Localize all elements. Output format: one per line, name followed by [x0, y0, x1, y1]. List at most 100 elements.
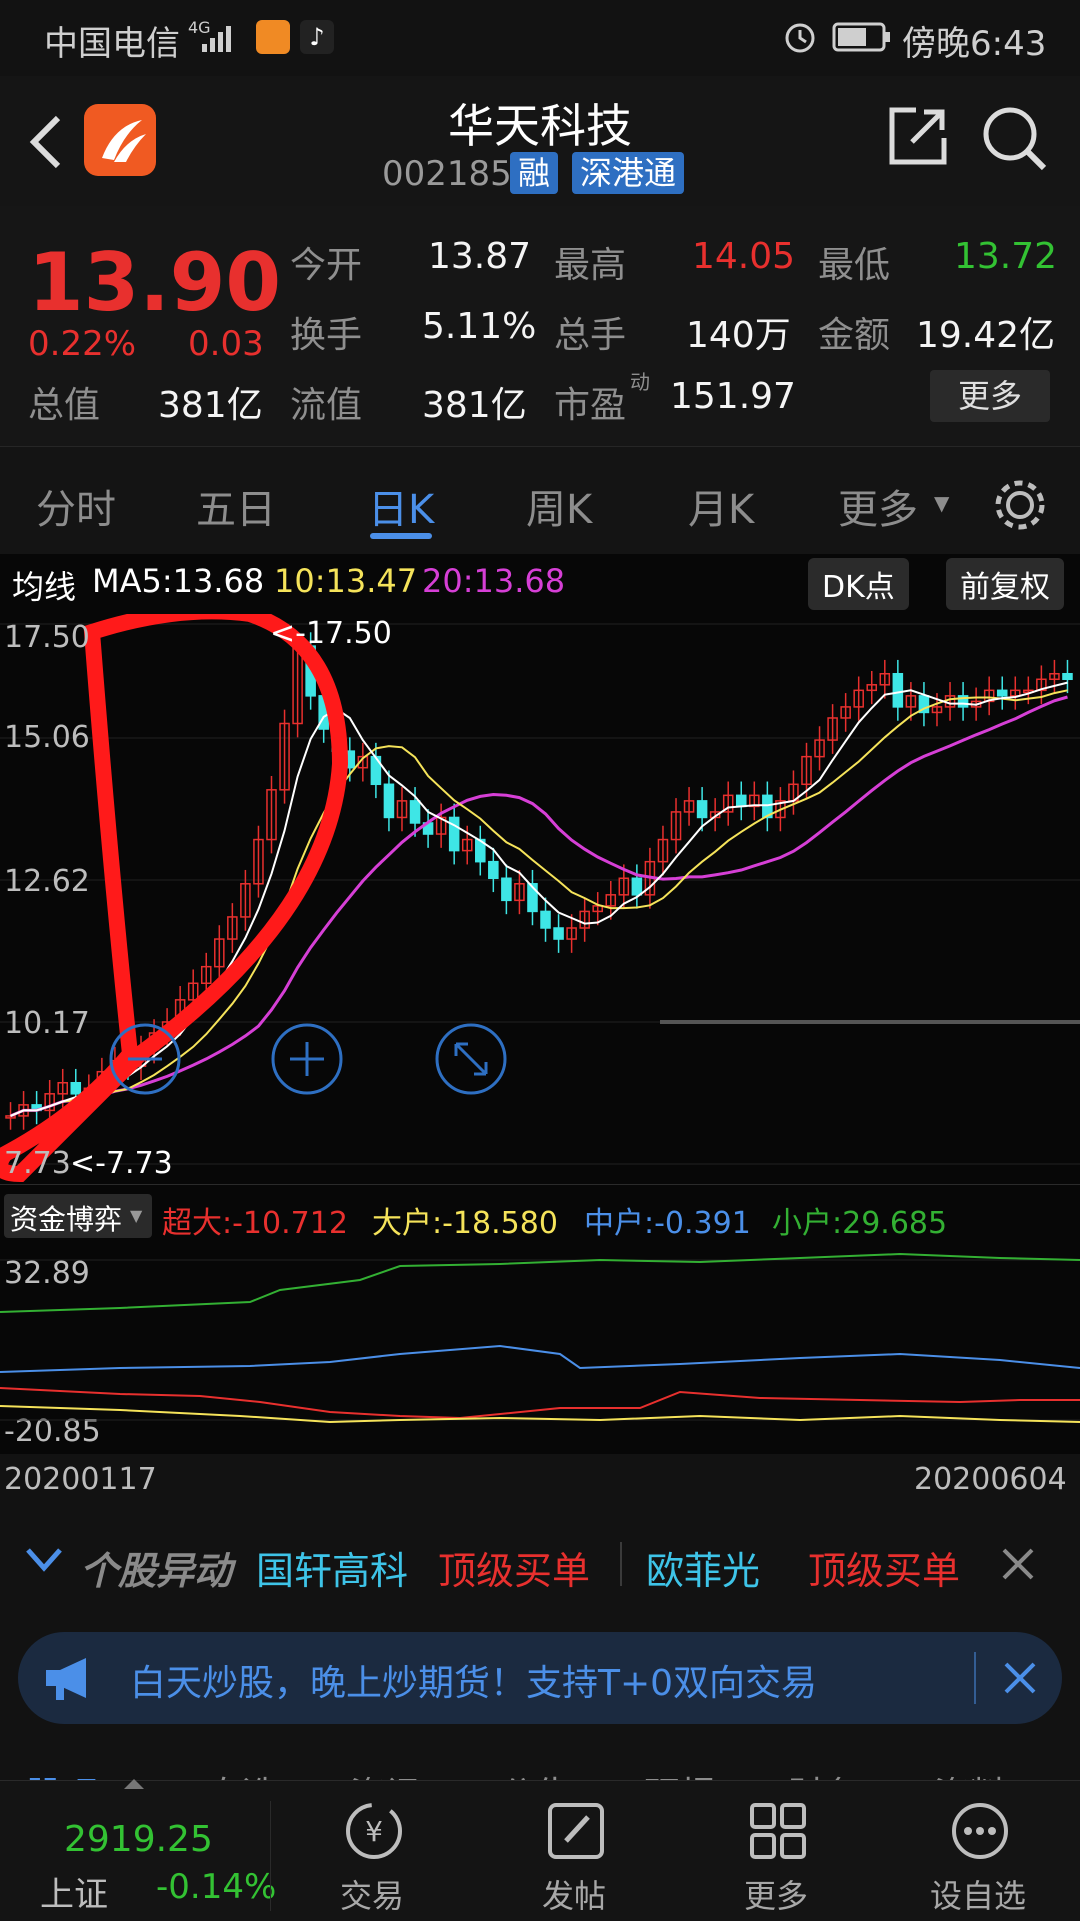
alert-stock-1[interactable]: 国轩高科	[256, 1540, 408, 1595]
close-icon[interactable]	[1000, 1658, 1040, 1698]
content-tabs-partial: 股吧 自选 资讯 公告 研报 财务 资料	[0, 1746, 1080, 1780]
grid-icon	[750, 1803, 806, 1859]
ma20-line	[9, 695, 1068, 1118]
nav-trade-label: 交易	[339, 1877, 404, 1915]
fund-super-large: 超大:-10.712	[162, 1206, 348, 1241]
float-value: 381亿	[422, 385, 527, 426]
y-label-max: 17.50	[4, 620, 90, 655]
chevron-down-icon[interactable]	[24, 1544, 64, 1574]
edit-icon	[548, 1803, 604, 1859]
promo-banner[interactable]: 白天炒股，晚上炒期货！支持T+0双向交易	[18, 1632, 1062, 1724]
change-percent: 0.22%	[28, 324, 137, 364]
candle-body	[501, 877, 512, 902]
nav-add-watchlist-label: 设自选	[929, 1877, 1026, 1915]
alert-tag-1: 顶级买单	[438, 1549, 591, 1593]
amount-label: 金额	[818, 315, 891, 356]
y-label-min: 7.73	[4, 1146, 71, 1181]
gear-icon[interactable]	[992, 477, 1048, 533]
fund-selector[interactable]: 资金博弈 ▼	[4, 1194, 152, 1238]
candlestick-chart	[0, 614, 1080, 1183]
tab-forum[interactable]: 股吧	[26, 1766, 98, 1780]
svg-text:¥: ¥	[365, 1815, 383, 1848]
expand-icon[interactable]	[124, 1779, 144, 1789]
divider	[270, 1801, 271, 1911]
date-end: 20200604	[914, 1462, 1067, 1497]
nav-more[interactable]: 更多	[716, 1791, 836, 1919]
share-icon[interactable]	[886, 104, 950, 168]
low-value: 13.72	[954, 236, 1058, 277]
period-tabs: 分时 五日 日K 周K 月K 更多 ▼	[0, 446, 1080, 555]
clock: 傍晚6:43	[902, 24, 1047, 64]
active-tab-indicator	[370, 533, 432, 539]
pe-value: 151.97	[670, 376, 796, 417]
tiktok-icon: ♪	[300, 20, 334, 54]
tab-reports[interactable]: 研报	[644, 1766, 716, 1780]
chevron-down-icon: ▼	[130, 1206, 143, 1225]
more-dots-icon	[952, 1803, 1008, 1859]
nav-post-label: 发帖	[541, 1877, 606, 1915]
y-label-2: 15.06	[4, 720, 90, 755]
high-value: 14.05	[692, 236, 796, 277]
ma10-line	[10, 689, 1068, 1117]
tab-profile[interactable]: 资料	[934, 1766, 1006, 1780]
amount-value: 19.42亿	[916, 315, 1056, 356]
candle-body	[488, 860, 499, 879]
app-notification-icon	[256, 20, 290, 54]
trade-icon: ¥	[346, 1803, 402, 1859]
tab-more[interactable]: 更多	[838, 477, 918, 535]
tab-five-day[interactable]: 五日	[196, 477, 276, 535]
turnover-label: 换手	[290, 315, 363, 356]
alert-stock-2[interactable]: 欧菲光	[646, 1540, 760, 1595]
ma5-label: MA5:13.68	[92, 562, 265, 600]
fund-selector-label: 资金博弈	[10, 1203, 123, 1236]
last-price: 13.90	[28, 236, 282, 329]
high-label: 最高	[554, 245, 627, 286]
kline-chart-area[interactable]: 均线 MA5:13.68 10:13.47 20:13.68 DK点 前复权 1…	[0, 554, 1080, 1497]
alert-title: 个股异动	[80, 1549, 233, 1593]
close-icon[interactable]	[998, 1544, 1038, 1584]
turnover-value: 5.11%	[422, 306, 537, 347]
nav-more-label: 更多	[743, 1877, 808, 1915]
alarm-icon	[785, 23, 815, 53]
open-value: 13.87	[428, 236, 532, 277]
candle-body	[996, 689, 1008, 697]
stock-alert-ticker[interactable]: 个股异动 国轩高科 顶级买单 欧菲光 顶级买单	[0, 1528, 1080, 1598]
index-name: 上证	[40, 1875, 108, 1915]
nav-add-watchlist[interactable]: 设自选	[918, 1791, 1038, 1919]
candle-body	[553, 927, 564, 940]
battery-icon	[832, 22, 890, 52]
candle-body	[892, 672, 904, 708]
stock-header: 华天科技 002185 融 深港通	[0, 76, 1080, 206]
tab-news[interactable]: 资讯	[350, 1766, 422, 1780]
adjust-button[interactable]: 前复权	[946, 558, 1064, 610]
change-amount: 0.03	[188, 324, 264, 364]
nav-trade[interactable]: ¥ 交易	[312, 1791, 432, 1919]
bottom-nav: 2919.25 上证 -0.14% ¥ 交易 发帖 更多 设自选	[0, 1779, 1080, 1921]
candle-body	[409, 800, 421, 824]
fund-medium: 中户:-0.391	[584, 1206, 751, 1241]
more-button[interactable]: 更多	[930, 370, 1050, 422]
index-value: 2919.25	[64, 1819, 213, 1860]
volume-value: 140万	[686, 315, 791, 356]
tab-announcements[interactable]: 公告	[500, 1766, 572, 1780]
float-value-label: 流值	[290, 385, 363, 426]
tab-weekly-k[interactable]: 周K	[526, 477, 592, 535]
date-start: 20200117	[4, 1462, 157, 1497]
search-icon[interactable]	[980, 104, 1048, 172]
nav-post[interactable]: 发帖	[514, 1791, 634, 1919]
candle-body	[383, 783, 395, 819]
candle-body	[631, 877, 643, 896]
fund-small: 小户:29.685	[772, 1206, 948, 1241]
tab-intraday[interactable]: 分时	[36, 477, 116, 535]
tab-daily-k[interactable]: 日K	[368, 477, 434, 535]
carrier-label: 中国电信	[44, 24, 180, 64]
tab-watchlist[interactable]: 自选	[206, 1766, 278, 1780]
total-value-label: 总值	[28, 385, 101, 426]
dk-point-button[interactable]: DK点	[808, 558, 909, 610]
candle-body	[1062, 672, 1073, 681]
tab-finance[interactable]: 财务	[788, 1766, 860, 1780]
candle-body	[540, 910, 551, 929]
tab-monthly-k[interactable]: 月K	[688, 477, 754, 535]
megaphone-icon	[46, 1658, 86, 1700]
pe-label: 市盈	[554, 385, 627, 426]
